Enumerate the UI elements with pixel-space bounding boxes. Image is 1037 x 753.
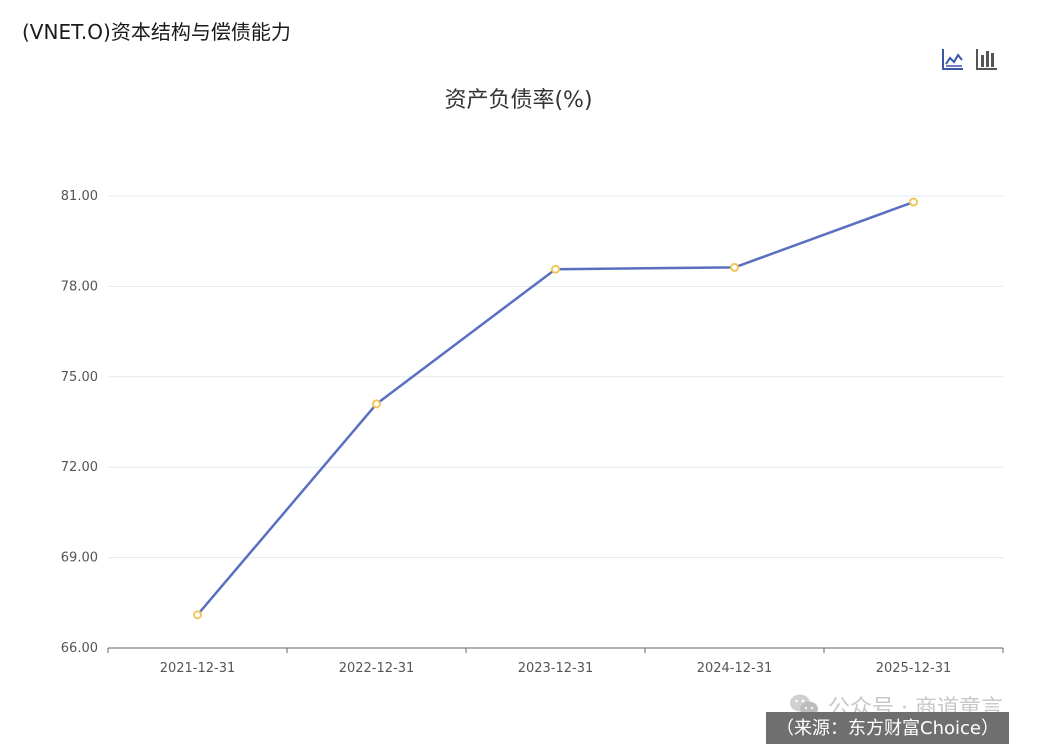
chart-area: 资产负债率(%) 66.00 69.00 72.00 75.00 78.00 81.00 2… bbox=[0, 0, 1037, 753]
x-tick-label: 2022-12-31 bbox=[339, 661, 415, 676]
data-point bbox=[730, 262, 739, 272]
y-tick-label: 72.00 bbox=[61, 460, 98, 475]
series-line bbox=[196, 200, 914, 616]
line-chart: 66.00 69.00 72.00 75.00 78.00 81.00 2021-12-31… bbox=[61, 189, 1004, 676]
x-tick-label: 2024-12-31 bbox=[697, 661, 773, 676]
x-tick-label: 2021-12-31 bbox=[160, 661, 236, 676]
source-label: （来源：东方财富Choice） bbox=[766, 712, 1009, 744]
data-point bbox=[372, 399, 381, 409]
y-tick-label: 78.00 bbox=[61, 279, 98, 294]
y-tick-label: 69.00 bbox=[61, 551, 98, 566]
data-point bbox=[551, 264, 560, 274]
y-tick-label: 75.00 bbox=[61, 370, 98, 385]
x-tick-label: 2025-12-31 bbox=[876, 661, 952, 676]
data-point bbox=[193, 610, 202, 620]
y-tick-label: 81.00 bbox=[61, 189, 98, 204]
data-point bbox=[909, 197, 918, 207]
x-tick-label: 2023-12-31 bbox=[518, 661, 594, 676]
y-tick-label: 66.00 bbox=[61, 641, 98, 656]
